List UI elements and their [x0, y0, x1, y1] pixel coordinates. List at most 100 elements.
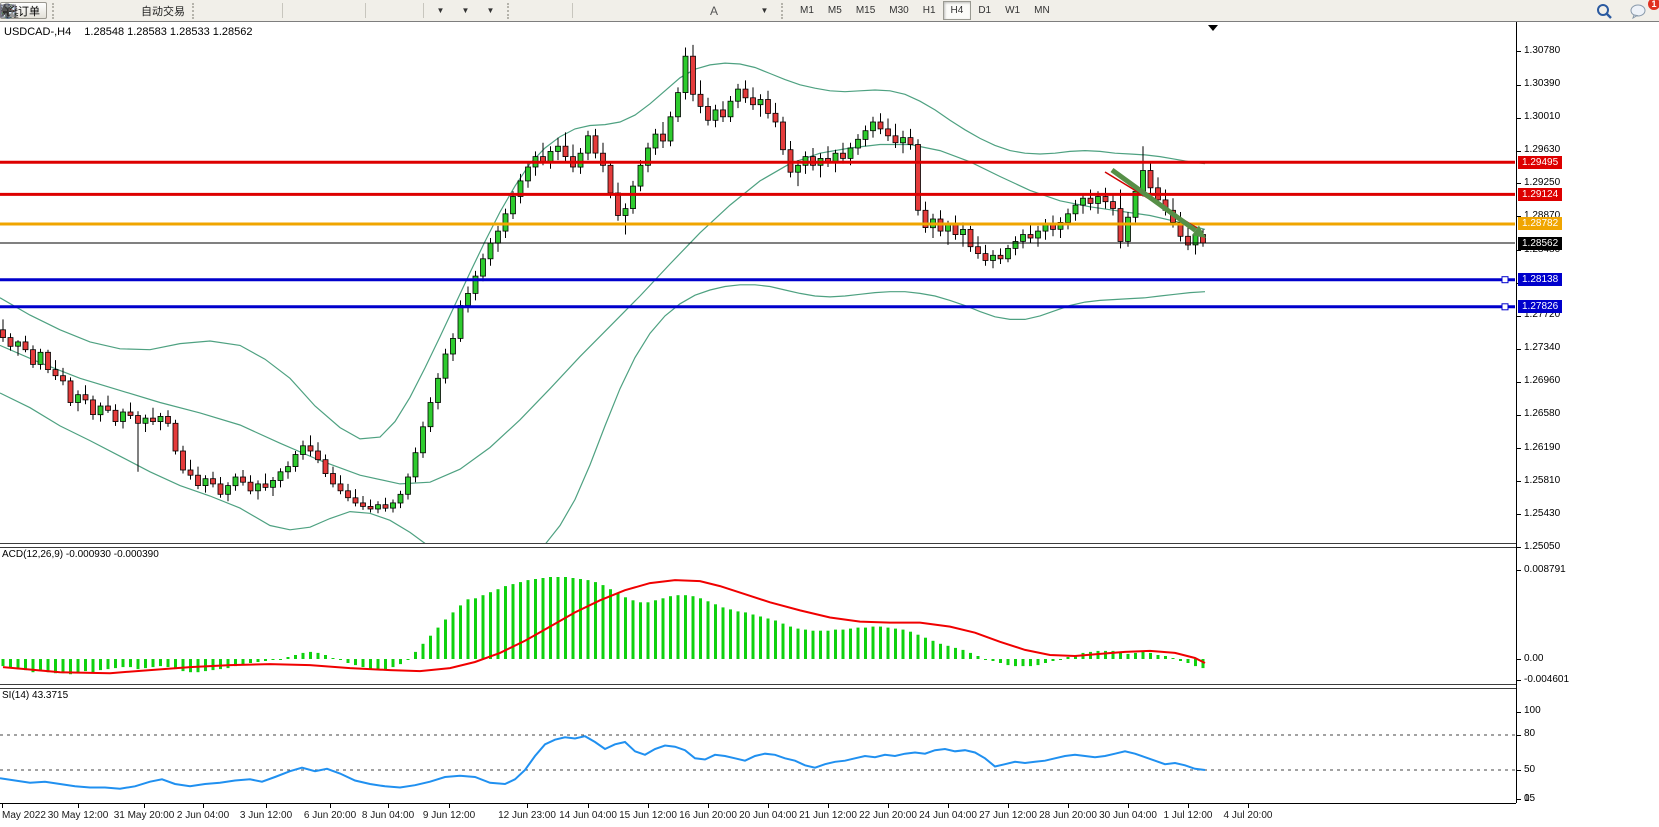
arrows-shapes-icon[interactable]: ▼ [752, 2, 776, 20]
vertical-line-icon[interactable] [577, 2, 601, 20]
time-tick [1248, 804, 1249, 808]
time-axis[interactable]: May 202230 May 12:0031 May 20:002 Jun 04… [0, 803, 1516, 827]
time-axis-label: 9 Jun 12:00 [423, 810, 475, 821]
chart-shift-icon[interactable] [395, 2, 419, 20]
time-axis-label: 22 Jun 20:00 [859, 810, 917, 821]
time-tick [144, 804, 145, 808]
axis-tick [1517, 770, 1521, 771]
horizontal-line-icon[interactable] [602, 2, 626, 20]
time-tick [1188, 804, 1189, 808]
notifications-icon[interactable]: 1 [1629, 2, 1653, 20]
rsi-pane[interactable] [0, 687, 1516, 803]
trend-arrow [1112, 170, 1195, 230]
time-axis-label: 12 Jun 23:00 [498, 810, 556, 821]
toolbar-divider [365, 3, 366, 18]
axis-tick [1517, 799, 1521, 800]
text-label-icon[interactable]: T [727, 2, 751, 20]
axis-tick [1517, 514, 1521, 515]
pane-separator[interactable] [0, 684, 1516, 689]
timeframe-M30[interactable]: M30 [882, 2, 915, 19]
gold-diamond-icon[interactable] [64, 2, 88, 20]
indicators-button[interactable]: ▼ [428, 2, 452, 20]
time-tick [388, 804, 389, 808]
price-axis[interactable]: 1.307801.303901.300101.296301.292501.288… [1516, 22, 1659, 803]
auto-trading-button[interactable]: 自动交易 [139, 2, 187, 20]
timeframe-H4[interactable]: H4 [943, 1, 972, 20]
text-icon[interactable]: A [702, 2, 726, 20]
time-tick [1068, 804, 1069, 808]
community-icon[interactable] [89, 2, 113, 20]
macd-tick-label: 0.008791 [1524, 564, 1566, 575]
macd-histogram [2, 577, 1205, 674]
zoom-out-icon[interactable] [312, 2, 336, 20]
price-tick-label: 1.29250 [1524, 177, 1560, 188]
price-tick-label: 1.25810 [1524, 475, 1560, 486]
notification-badge: 1 [1648, 0, 1659, 10]
price-pane[interactable] [0, 22, 1516, 546]
toolbar-separator [192, 3, 200, 19]
timeframe-group: M1M5M15M30H1H4D1W1MN [793, 1, 1057, 20]
ohlc-quote-label: 1.28548 1.28583 1.28533 1.28562 [84, 26, 252, 38]
periods-button[interactable]: ▼ [453, 2, 477, 20]
pane-separator[interactable] [0, 543, 1516, 548]
price-tick-label: 1.26580 [1524, 408, 1560, 419]
time-axis-label: 3 Jun 12:00 [240, 810, 292, 821]
time-axis-label: 1 Jul 12:00 [1164, 810, 1213, 821]
toolbar-divider [572, 3, 573, 18]
time-tick [527, 804, 528, 808]
zoom-in-icon[interactable] [287, 2, 311, 20]
price-level-tag: 1.28562 [1518, 237, 1562, 250]
time-tick [78, 804, 79, 808]
bar-chart-icon[interactable] [204, 2, 228, 20]
timeframe-MN[interactable]: MN [1027, 2, 1057, 19]
auto-scroll-icon[interactable] [370, 2, 394, 20]
time-tick [768, 804, 769, 808]
price-tick-label: 1.25050 [1524, 541, 1560, 552]
axis-tick [1517, 51, 1521, 52]
time-tick [888, 804, 889, 808]
timeframe-M15[interactable]: M15 [849, 2, 882, 19]
time-axis-label: 4 Jul 20:00 [1224, 810, 1273, 821]
rsi-tick-label: 80 [1524, 728, 1535, 739]
price-tick-label: 1.26190 [1524, 442, 1560, 453]
timeframe-M1[interactable]: M1 [793, 2, 821, 19]
time-axis-label: 21 Jun 12:00 [799, 810, 857, 821]
price-tick-label: 1.25430 [1524, 508, 1560, 519]
time-tick [2, 804, 3, 808]
toolbar-divider [423, 3, 424, 18]
time-axis-label: 28 Jun 20:00 [1039, 810, 1097, 821]
axis-tick [1517, 349, 1521, 350]
axis-tick [1517, 448, 1521, 449]
time-tick [708, 804, 709, 808]
chevron-down-icon: ▼ [462, 6, 470, 15]
search-icon[interactable] [1595, 2, 1619, 20]
line-chart-icon[interactable] [254, 2, 278, 20]
time-axis-label: 31 May 20:00 [114, 810, 175, 821]
signals-icon[interactable] [114, 2, 138, 20]
equidistant-channel-icon[interactable]: E [652, 2, 676, 20]
trendline-icon[interactable] [627, 2, 651, 20]
macd-indicator-label: ACD(12,26,9) -0.000930 -0.000390 [2, 549, 159, 560]
fibonacci-icon[interactable]: F [677, 2, 701, 20]
time-tick [948, 804, 949, 808]
timeframe-D1[interactable]: D1 [971, 2, 998, 19]
timeframe-W1[interactable]: W1 [998, 2, 1027, 19]
candlestick-chart-icon[interactable] [229, 2, 253, 20]
chevron-down-icon: ▼ [487, 6, 495, 15]
tile-windows-icon[interactable] [337, 2, 361, 20]
timeframe-M5[interactable]: M5 [821, 2, 849, 19]
templates-button[interactable]: ▼ [478, 2, 502, 20]
symbol-period-label: USDCAD-,H4 [4, 26, 71, 38]
main-toolbar: 新订单 自动交易 [0, 0, 1659, 22]
time-tick [266, 804, 267, 808]
timeframe-H1[interactable]: H1 [916, 2, 943, 19]
cursor-icon[interactable] [519, 2, 543, 20]
horizontal-level-lines[interactable] [0, 162, 1515, 309]
shift-marker-icon [1208, 25, 1218, 31]
rsi-tick-label: 0 [1524, 793, 1530, 804]
axis-tick [1517, 316, 1521, 317]
axis-tick [1517, 712, 1521, 713]
axis-tick [1517, 382, 1521, 383]
crosshair-icon[interactable] [544, 2, 568, 20]
macd-pane[interactable] [0, 546, 1516, 684]
